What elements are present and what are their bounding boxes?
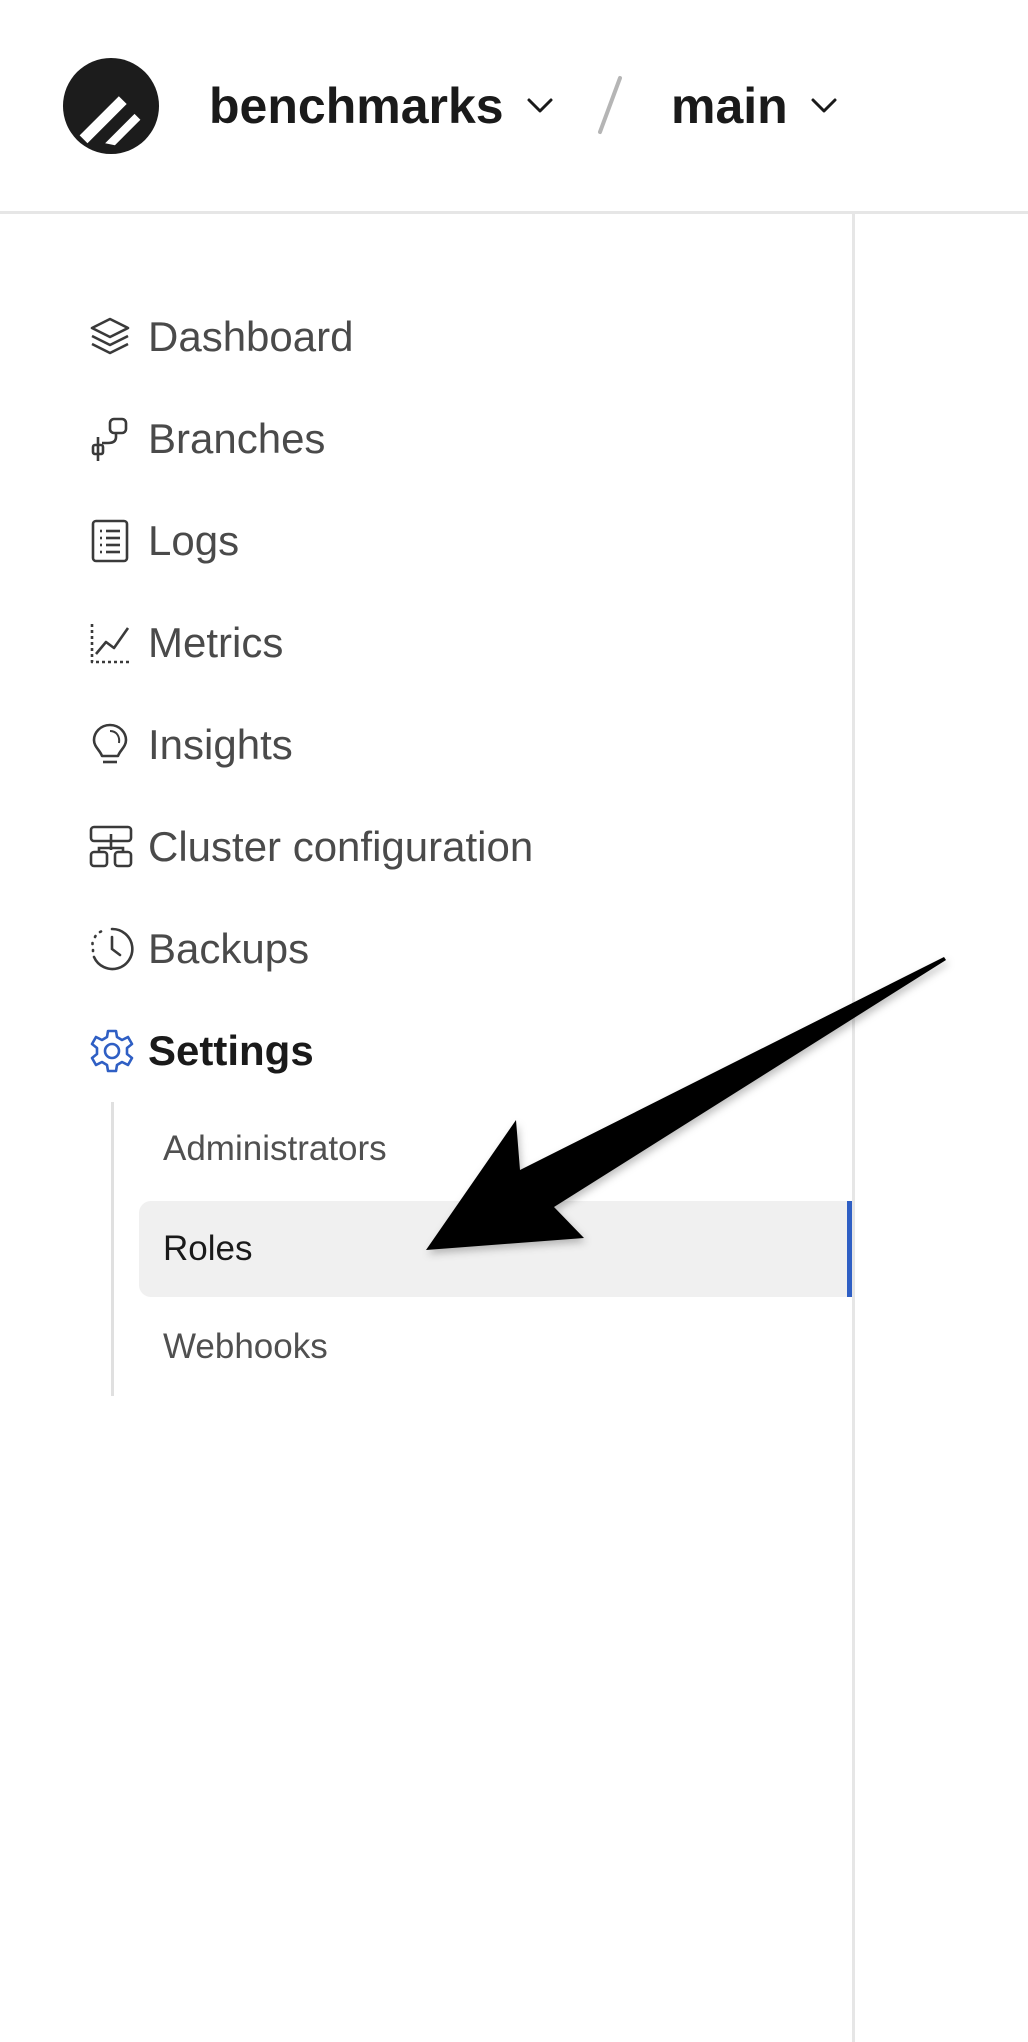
sidebar-item-label: Logs [148,517,240,564]
subnav-item-label: Administrators [163,1129,387,1168]
sidebar-item-label: Metrics [148,619,284,666]
sidebar-divider [852,214,855,2042]
gear-icon [78,1027,144,1075]
sidebar-item-logs[interactable]: Logs [78,501,778,581]
sidebar-item-label: Backups [148,925,310,972]
sidebar-item-dashboard[interactable]: Dashboard [78,297,778,377]
sidebar-item-metrics[interactable]: Metrics [78,603,778,683]
line-chart-icon [78,619,144,667]
chevron-down-icon [527,98,553,113]
cluster-icon [78,823,144,871]
org-selector[interactable]: benchmarks [209,78,554,134]
subnav-item-label: Webhooks [163,1327,328,1366]
sidebar-item-backups[interactable]: Backups [78,909,778,989]
sidebar-item-label: Cluster configuration [148,823,534,870]
lightbulb-icon [78,721,144,769]
logo-icon[interactable] [62,57,160,155]
sidebar-item-branches[interactable]: Branches [78,399,778,479]
subnav-item-webhooks[interactable]: Webhooks [139,1299,851,1395]
layers-icon [78,313,144,361]
sidebar-item-settings[interactable]: Settings [78,1011,778,1091]
breadcrumb-separator [598,76,622,134]
subnav-item-roles[interactable]: Roles [139,1201,851,1297]
sidebar-item-label: Branches [148,415,326,462]
clock-icon [78,925,144,973]
branch-selector[interactable]: main [671,78,838,134]
sidebar-item-label: Insights [148,721,293,768]
org-name: benchmarks [209,78,504,134]
document-list-icon [78,517,144,565]
sidebar-item-insights[interactable]: Insights [78,705,778,785]
settings-subnav-rail [111,1102,114,1396]
subnav-item-administrators[interactable]: Administrators [139,1101,851,1197]
top-header: benchmarks main [0,0,1028,214]
branch-icon [78,415,144,463]
sidebar-item-label: Settings [148,1027,314,1074]
chevron-down-icon [811,98,837,113]
sidebar-item-label: Dashboard [148,313,354,360]
sidebar-item-cluster-configuration[interactable]: Cluster configuration [78,807,778,887]
subnav-item-label: Roles [163,1229,253,1268]
branch-name: main [671,78,788,134]
